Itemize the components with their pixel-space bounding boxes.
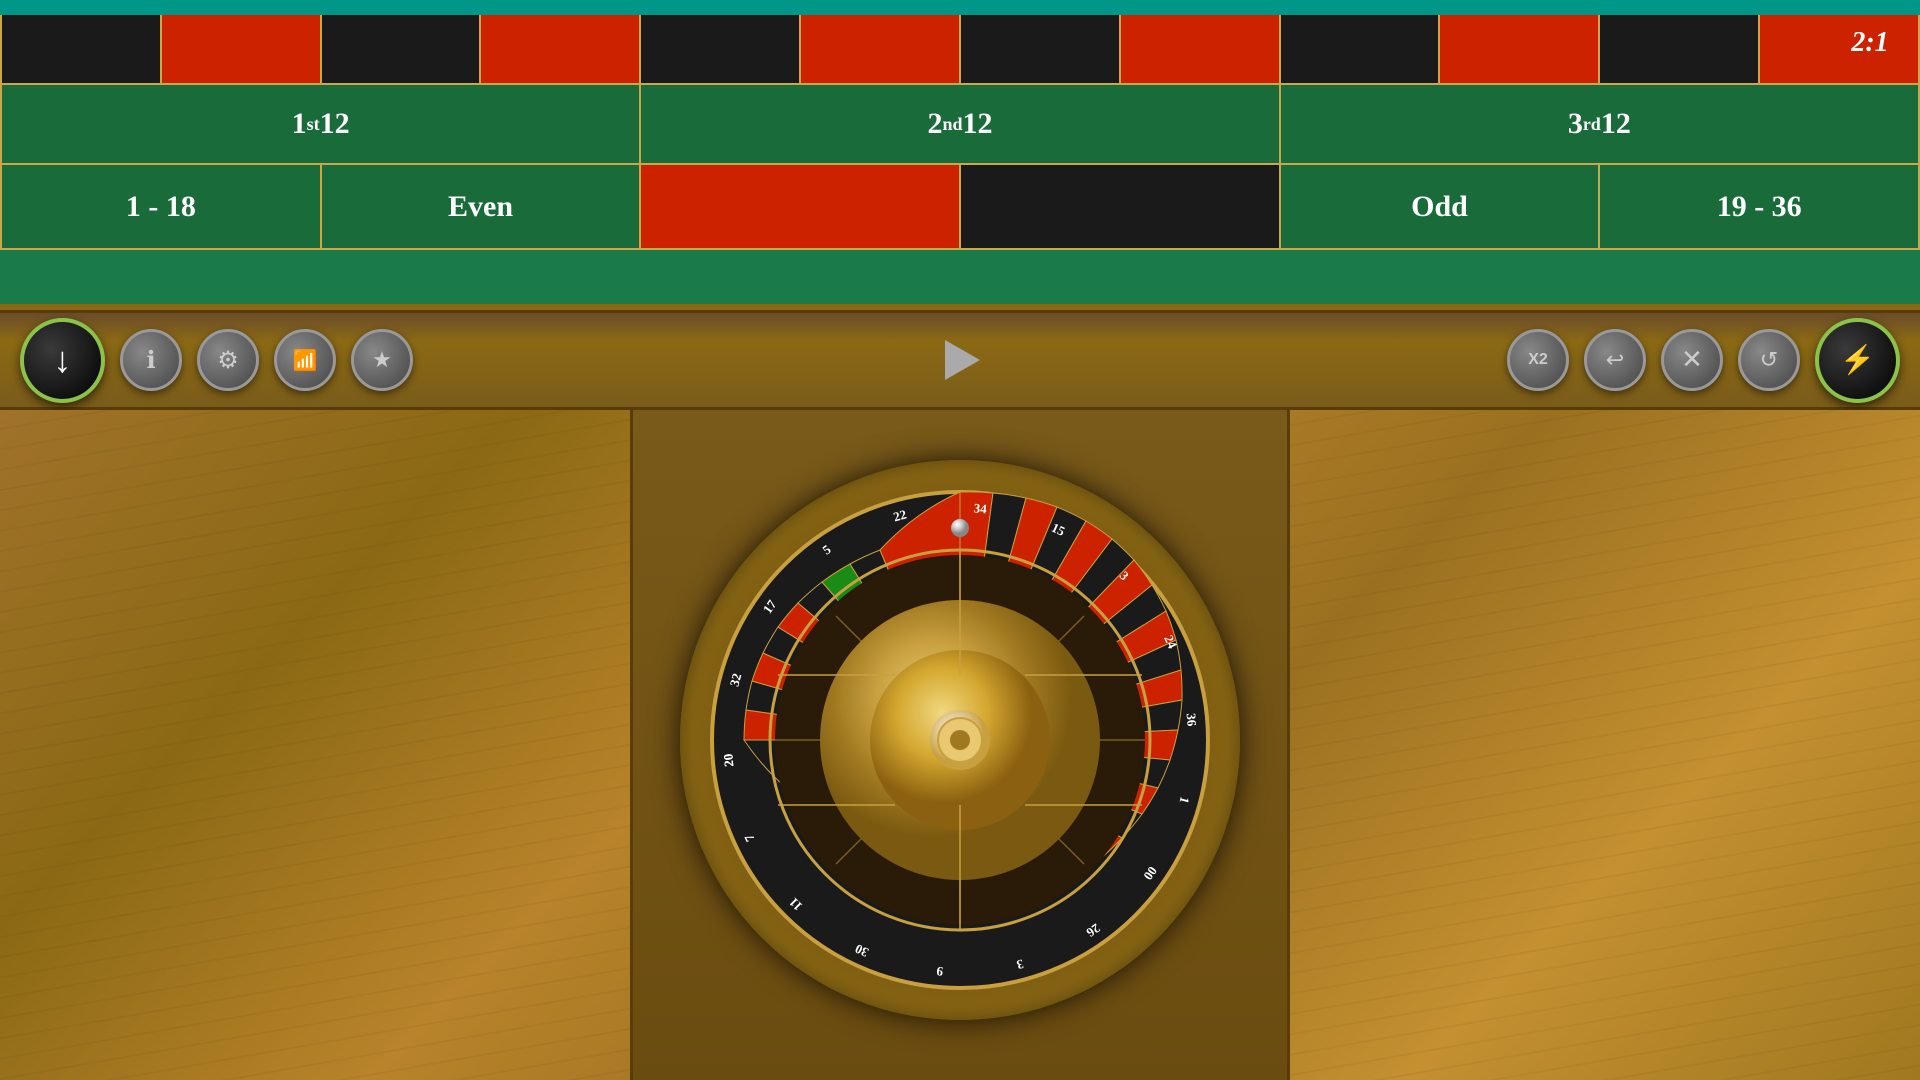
low-bet[interactable]: 1 - 18	[2, 165, 322, 250]
cancel-icon: ✕	[1681, 345, 1703, 375]
info-button[interactable]: ℹ	[120, 329, 182, 391]
undo-icon: ↩	[1606, 347, 1624, 373]
payout-label: 2:1	[1820, 0, 1920, 85]
stats-button[interactable]: 📶	[274, 329, 336, 391]
arrow-down-icon: ↓	[54, 339, 72, 381]
red-bet[interactable]	[641, 165, 961, 250]
third-dozen-bet[interactable]: 3rd 12	[1281, 85, 1920, 165]
payout-2to1-text: 2:1	[1851, 27, 1888, 59]
wheel-svg: 20 32 17 5 22 34 15 3 24 36 1 00 26 3	[710, 490, 1210, 990]
play-button[interactable]	[935, 335, 985, 385]
autoplay-button[interactable]: ⚡	[1815, 318, 1900, 403]
stats-icon: 📶	[293, 348, 318, 373]
first-dozen-bet[interactable]: 1st 12	[2, 85, 641, 165]
gear-icon: ⚙	[217, 346, 239, 375]
x2-icon: X2	[1528, 351, 1548, 369]
info-icon: ℹ	[146, 346, 155, 375]
favorites-button[interactable]: ★	[351, 329, 413, 391]
dozen-bets-row: 1st 12 2nd 12 3rd 12	[0, 85, 1920, 165]
roulette-wheel-container: 20 32 17 5 22 34 15 3 24 36 1 00 26 3	[630, 410, 1290, 1080]
scroll-down-button[interactable]: ↓	[20, 318, 105, 403]
settings-button[interactable]: ⚙	[197, 329, 259, 391]
svg-text:34: 34	[973, 500, 988, 516]
rebet-button[interactable]: ↺	[1738, 329, 1800, 391]
play-icon	[945, 340, 980, 380]
outside-bets-row: 1 - 18 Even Odd 19 - 36	[0, 165, 1920, 250]
controls-bar: ↓ ℹ ⚙ 📶 ★ X2 ↩ ✕	[0, 310, 1920, 410]
double-bet-button[interactable]: X2	[1507, 329, 1569, 391]
wheel-outer-rim: 20 32 17 5 22 34 15 3 24 36 1 00 26 3	[680, 460, 1240, 1020]
second-dozen-bet[interactable]: 2nd 12	[641, 85, 1280, 165]
undo-button[interactable]: ↩	[1584, 329, 1646, 391]
clear-button[interactable]: ✕	[1661, 329, 1723, 391]
wood-surface: 20 32 17 5 22 34 15 3 24 36 1 00 26 3	[0, 410, 1920, 1080]
even-bet[interactable]: Even	[322, 165, 642, 250]
betting-table: 2:1 1st 12 2nd 12 3rd 12 1 - 18 Even Odd…	[0, 0, 1920, 310]
high-bet[interactable]: 19 - 36	[1600, 165, 1920, 250]
svg-text:36: 36	[1184, 713, 1200, 728]
svg-text:20: 20	[720, 753, 736, 767]
lightning-icon: ⚡	[1840, 343, 1875, 377]
odd-bet[interactable]: Odd	[1281, 165, 1601, 250]
right-controls: X2 ↩ ✕ ↺ ⚡	[1507, 318, 1900, 403]
center-controls	[935, 335, 985, 385]
black-bet[interactable]	[961, 165, 1281, 250]
star-icon: ★	[372, 347, 392, 373]
left-controls: ↓ ℹ ⚙ 📶 ★	[20, 318, 413, 403]
repeat-icon: ↺	[1760, 347, 1778, 373]
roulette-wheel[interactable]: 20 32 17 5 22 34 15 3 24 36 1 00 26 3	[680, 460, 1240, 1020]
